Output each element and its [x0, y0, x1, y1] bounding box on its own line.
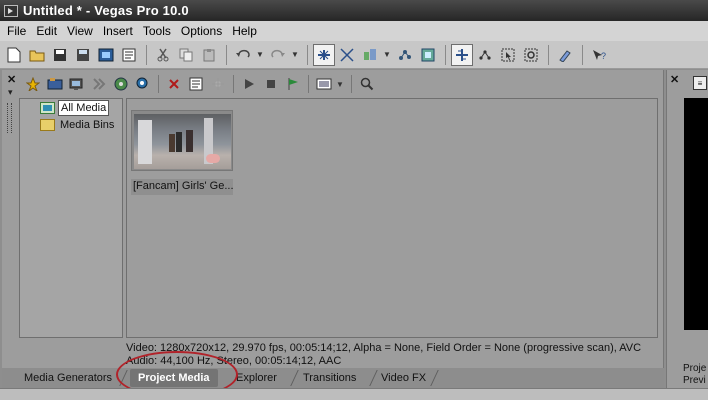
save-icon[interactable]: [49, 44, 71, 66]
media-clip-caption[interactable]: [Fancam] Girls' Ge...: [131, 179, 233, 195]
tab-video-fx[interactable]: Video FX: [381, 369, 426, 387]
project-media-toolbar: ▼: [22, 72, 378, 96]
auto-preview-icon[interactable]: [282, 74, 303, 95]
tab-separator: [290, 370, 299, 386]
envelope-tool-icon[interactable]: [474, 44, 496, 66]
zoom-tool-icon[interactable]: [520, 44, 542, 66]
views-dropdown-icon[interactable]: ▼: [335, 73, 345, 95]
toolbar-separator: [351, 75, 352, 93]
search-media-icon[interactable]: [132, 74, 153, 95]
toolbar-separator: [548, 44, 549, 65]
erase-tool-icon[interactable]: [554, 44, 576, 66]
tree-item-all-media[interactable]: All Media: [40, 100, 110, 116]
video-thumbnail-image: [134, 114, 231, 169]
media-info: Video: 1280x720x12, 29.970 fps, 00:05:14…: [126, 342, 641, 368]
tree-item-media-bins[interactable]: Media Bins: [40, 117, 116, 133]
render-as-icon[interactable]: [95, 44, 117, 66]
menu-view[interactable]: View: [62, 24, 98, 38]
properties-icon[interactable]: [118, 44, 140, 66]
media-properties-icon[interactable]: [185, 74, 206, 95]
search-icon[interactable]: [356, 74, 377, 95]
views-icon[interactable]: [313, 74, 334, 95]
capture-video-icon[interactable]: [44, 74, 65, 95]
toolbar-separator: [582, 44, 583, 65]
undo-icon[interactable]: [232, 44, 254, 66]
video-info-text: Video: 1280x720x12, 29.970 fps, 00:05:14…: [126, 342, 642, 354]
pin-icon[interactable]: ▾: [8, 87, 13, 98]
menu-insert[interactable]: Insert: [98, 24, 138, 38]
tab-media-generators[interactable]: Media Generators: [24, 369, 112, 387]
import-media-icon[interactable]: [22, 74, 43, 95]
menu-bar: File Edit View Insert Tools Options Help: [0, 21, 708, 41]
audio-info-text: Audio: 44,100 Hz, Stereo, 00:05:14;12, A…: [126, 355, 342, 367]
get-media-from-web-icon[interactable]: [66, 74, 87, 95]
tab-explorer[interactable]: Explorer: [236, 369, 277, 387]
dock-grip-handle[interactable]: [7, 103, 12, 133]
toolbar-separator: [307, 44, 308, 65]
folder-icon: [40, 119, 55, 131]
paste-icon[interactable]: [198, 44, 220, 66]
stop-icon[interactable]: [260, 74, 281, 95]
media-fx-icon[interactable]: [207, 74, 228, 95]
whats-this-help-icon[interactable]: ?: [588, 44, 610, 66]
extract-audio-icon[interactable]: [88, 74, 109, 95]
undo-dropdown-icon[interactable]: ▼: [255, 44, 265, 66]
window-docking-tabs: Media Generators Project Media Explorer …: [2, 368, 664, 388]
tree-item-label: All Media: [58, 100, 110, 116]
title-bar: Untitled * - Vegas Pro 10.0: [0, 0, 708, 21]
video-preview-screen: [684, 98, 708, 330]
open-folder-icon[interactable]: [26, 44, 48, 66]
toolbar-separator: [226, 44, 227, 65]
tree-item-label: Media Bins: [60, 119, 115, 131]
toolbar-separator: [308, 75, 309, 93]
window-title: Untitled * - Vegas Pro 10.0: [23, 3, 189, 18]
close-window-icon[interactable]: ✕: [670, 73, 679, 86]
tab-transitions[interactable]: Transitions: [303, 369, 356, 387]
media-list: [Fancam] Girls' Ge...: [126, 98, 658, 338]
main-toolbar: ▼ ▼ ▼ ?: [0, 41, 708, 69]
save-as-icon[interactable]: [72, 44, 94, 66]
redo-icon[interactable]: [267, 44, 289, 66]
menu-options[interactable]: Options: [176, 24, 227, 38]
copy-icon[interactable]: [175, 44, 197, 66]
preview-tab-label[interactable]: Previ: [683, 375, 706, 386]
video-preview-window: ✕ ≡ Proje Previ: [666, 70, 708, 388]
play-icon[interactable]: [238, 74, 259, 95]
remove-icon[interactable]: [163, 74, 184, 95]
toolbar-separator: [445, 44, 446, 65]
preview-properties-icon[interactable]: ≡: [693, 76, 707, 90]
media-bin-icon: [40, 102, 55, 114]
enable-snapping-icon[interactable]: [313, 43, 335, 66]
preview-tab-label[interactable]: Proje: [683, 363, 706, 374]
burn-disc-icon[interactable]: [110, 74, 131, 95]
media-bins-tree: All Media Media Bins: [19, 98, 123, 338]
auto-ripple-icon[interactable]: [359, 44, 381, 66]
ignore-grouping-icon[interactable]: [417, 44, 439, 66]
tab-separator: [430, 370, 439, 386]
selection-tool-icon[interactable]: [497, 44, 519, 66]
vegas-app-icon[interactable]: [4, 4, 18, 17]
lock-envelopes-icon[interactable]: [394, 44, 416, 66]
menu-tools[interactable]: Tools: [138, 24, 176, 38]
status-bar: [0, 388, 708, 400]
redo-dropdown-icon[interactable]: ▼: [290, 44, 300, 66]
menu-file[interactable]: File: [2, 24, 31, 38]
tab-separator: [369, 370, 378, 386]
toolbar-separator: [233, 75, 234, 93]
auto-ripple-dropdown-icon[interactable]: ▼: [382, 44, 392, 66]
menu-help[interactable]: Help: [227, 24, 262, 38]
close-window-icon[interactable]: ✕: [7, 73, 16, 86]
project-media-window: ✕ ▾ ▼ All Media Media Bins [Fancam] Girl…: [2, 70, 664, 388]
tab-separator: [119, 370, 128, 386]
toolbar-separator: [158, 75, 159, 93]
auto-crossfades-icon[interactable]: [336, 44, 358, 66]
media-clip-thumbnail[interactable]: [131, 110, 233, 171]
menu-edit[interactable]: Edit: [31, 24, 62, 38]
svg-text:?: ?: [601, 51, 606, 61]
cut-icon[interactable]: [152, 44, 174, 66]
toolbar-separator: [146, 44, 147, 65]
normal-edit-tool-icon[interactable]: [451, 43, 473, 66]
tab-project-media[interactable]: Project Media: [130, 369, 218, 387]
new-project-icon[interactable]: [3, 44, 25, 66]
